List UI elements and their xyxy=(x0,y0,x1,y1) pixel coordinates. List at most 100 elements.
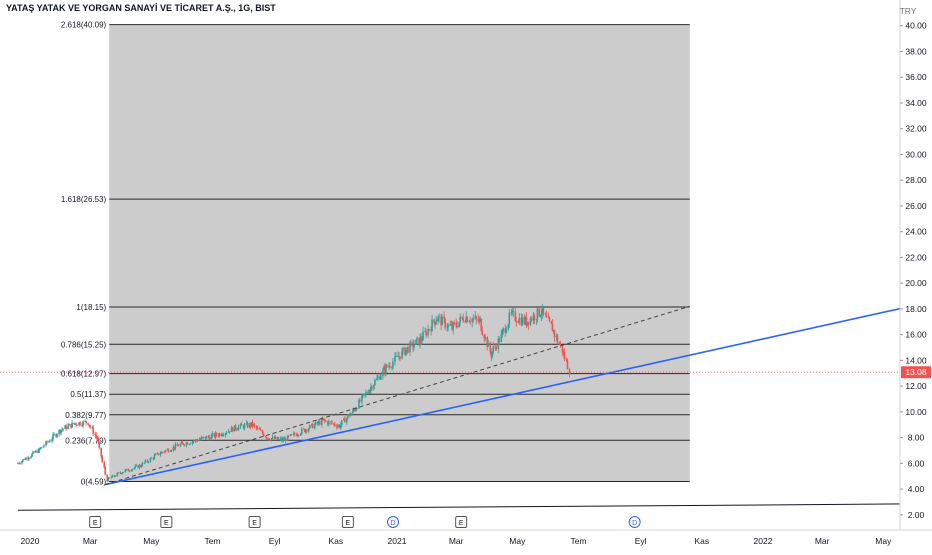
candle-body xyxy=(374,379,376,386)
candle-body xyxy=(409,342,411,353)
candle-body xyxy=(341,420,343,425)
y-tick-label: 34.00 xyxy=(905,98,927,108)
x-tick-label: Eyl xyxy=(269,536,281,546)
candle-body xyxy=(318,421,321,425)
candle-body xyxy=(205,436,208,439)
earnings-marker-label: E xyxy=(93,520,98,527)
candle-body xyxy=(274,436,277,439)
x-tick-label: May xyxy=(875,536,892,546)
candle-body xyxy=(471,318,474,323)
candle-body xyxy=(392,361,394,367)
candle-body xyxy=(337,426,339,428)
candle-body xyxy=(437,316,439,321)
chart-window: YATAŞ YATAK VE YORGAN SANAYİ VE TİCARET … xyxy=(0,0,932,550)
y-tick-label: 32.00 xyxy=(905,124,927,134)
candle-body xyxy=(98,442,100,448)
candle-body xyxy=(243,424,246,429)
candle-body xyxy=(246,422,249,428)
candle-body xyxy=(163,452,166,453)
candle-body xyxy=(455,322,457,326)
candle-body xyxy=(452,322,454,330)
candle-body xyxy=(498,338,501,342)
candle-body xyxy=(43,445,45,447)
candle-body xyxy=(527,321,530,325)
candle-body xyxy=(56,434,58,437)
candle-body xyxy=(435,320,437,325)
earnings-marker-label: E xyxy=(459,520,464,527)
candle-body xyxy=(28,457,30,459)
candle-body xyxy=(253,424,256,427)
candle-body xyxy=(210,435,213,440)
candle-body xyxy=(456,325,458,328)
price-chart[interactable]: 0(4.59) 0.236(7.79) 0.382(9.77) 0.5(11.37) 0… xyxy=(0,0,932,550)
candle-body xyxy=(96,437,98,439)
candle-body xyxy=(271,436,274,439)
dividend-marker-label: D xyxy=(632,520,637,527)
y-tick-label: 24.00 xyxy=(905,227,927,237)
candle-body xyxy=(299,433,302,436)
candle-body xyxy=(218,433,221,437)
candle-body xyxy=(542,308,545,314)
candle-body xyxy=(487,343,490,347)
candle-body xyxy=(236,429,239,431)
candle-body xyxy=(53,434,55,436)
candle-body xyxy=(149,458,152,462)
candle-body xyxy=(192,441,195,442)
candle-body xyxy=(548,317,551,322)
candle-body xyxy=(237,426,240,430)
y-tick-label: 22.00 xyxy=(905,252,927,262)
candle-body xyxy=(472,318,475,320)
candle-body xyxy=(475,316,478,319)
candle-body xyxy=(61,429,63,431)
candle-body xyxy=(565,359,568,361)
candle-body xyxy=(538,308,541,317)
candle-body xyxy=(545,314,548,318)
candle-body xyxy=(536,308,539,320)
y-tick-label: 36.00 xyxy=(905,72,927,82)
candle-body xyxy=(76,424,78,426)
candle-body xyxy=(305,429,308,432)
candle-body xyxy=(508,312,511,325)
candle-body xyxy=(492,346,495,352)
candle-body xyxy=(141,462,144,467)
candle-body xyxy=(356,408,358,410)
candle-body xyxy=(116,473,119,477)
candle-body xyxy=(267,438,270,440)
candle-body xyxy=(169,451,172,452)
candle-body xyxy=(88,424,90,426)
candle-body xyxy=(314,421,317,425)
y-tick-label: 2.00 xyxy=(908,510,925,520)
candle-body xyxy=(447,324,449,328)
candle-body xyxy=(507,324,510,330)
candle-body xyxy=(264,436,267,438)
fib-level-label: 0.5(11.37) xyxy=(70,390,106,399)
candle-body xyxy=(364,394,366,395)
candle-body xyxy=(407,347,409,353)
candle-body xyxy=(415,339,417,345)
candle-body xyxy=(196,440,199,442)
fib-level-label: 0.618(12.97) xyxy=(61,370,107,379)
candle-body xyxy=(421,340,423,342)
fib-level-label: 1.618(26.53) xyxy=(61,195,107,204)
candle-body xyxy=(466,316,468,322)
candle-body xyxy=(268,439,271,441)
candle-body xyxy=(183,444,186,446)
candle-body xyxy=(35,450,37,453)
candle-body xyxy=(211,433,214,436)
candle-body xyxy=(121,472,124,474)
candle-body xyxy=(222,435,225,436)
candle-body xyxy=(362,394,364,396)
fib-level-label: 0(4.59) xyxy=(81,477,107,486)
candle-body xyxy=(377,376,379,379)
candle-body xyxy=(258,428,261,430)
candle-body xyxy=(320,419,323,425)
candle-body xyxy=(40,447,42,449)
support-line[interactable] xyxy=(17,503,914,511)
x-tick-label: 2021 xyxy=(388,536,407,546)
candle-body xyxy=(558,342,561,345)
candle-body xyxy=(255,426,258,429)
candle-body xyxy=(224,433,227,436)
candle-body xyxy=(259,429,262,431)
candle-body xyxy=(551,323,554,332)
candle-body xyxy=(108,477,111,479)
